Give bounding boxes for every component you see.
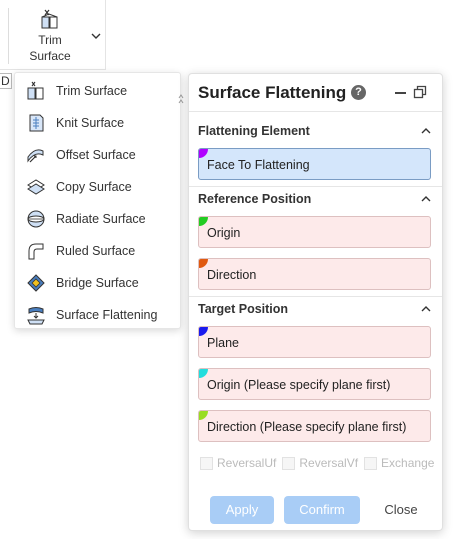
reference-direction-field[interactable]: Direction [198, 258, 431, 290]
offset-surface-icon [25, 144, 47, 166]
menu-item-label: Knit Surface [56, 116, 125, 130]
checkbox-box [200, 456, 213, 470]
exchange-checkbox[interactable]: Exchange [364, 456, 434, 470]
confirm-button[interactable]: Confirm [284, 496, 360, 524]
menu-item-knit-surface[interactable]: Knit Surface [15, 107, 180, 139]
checkbox-label: ReversalVf [299, 456, 359, 470]
checkbox-box [282, 456, 296, 470]
menu-item-radiate-surface[interactable]: Radiate Surface [15, 203, 180, 235]
checkbox-box [364, 456, 378, 470]
title-divider [189, 111, 442, 112]
copy-surface-icon [25, 176, 47, 198]
checkbox-label: Exchange [381, 456, 435, 470]
section-divider [189, 296, 442, 297]
menu-item-label: Copy Surface [56, 180, 132, 194]
reversal-uf-checkbox[interactable]: ReversalUf [200, 456, 276, 470]
minimize-icon[interactable] [395, 92, 406, 94]
menu-item-label: Offset Surface [56, 148, 136, 162]
ribbon-edge-fragment: D [0, 73, 12, 89]
field-label: Origin [207, 226, 241, 240]
option-checkboxes: ReversalUf ReversalVf Exchange [200, 456, 440, 470]
surface-dropdown-menu: Trim Surface Knit Surface Offset Surface [14, 72, 181, 329]
menu-item-trim-surface[interactable]: Trim Surface [15, 75, 180, 107]
menu-item-label: Trim Surface [56, 84, 128, 98]
selection-marker [199, 327, 208, 336]
restore-window-icon[interactable] [413, 85, 427, 99]
menu-item-bridge-surface[interactable]: Bridge Surface [15, 267, 180, 299]
selection-marker [199, 369, 208, 378]
close-button[interactable]: Close [371, 496, 431, 524]
menu-item-offset-surface[interactable]: Offset Surface [15, 139, 180, 171]
radiate-surface-icon [25, 208, 47, 230]
target-origin-field[interactable]: Origin (Please specify plane first) [198, 368, 431, 400]
section-heading-reference-position: Reference Position [198, 192, 312, 206]
bridge-surface-icon [25, 272, 47, 294]
surface-flattening-panel: Surface Flattening ? Flattening Element … [188, 73, 443, 531]
scroll-arrow-icon[interactable] [178, 94, 184, 134]
selection-marker [199, 411, 208, 420]
reversal-vf-checkbox[interactable]: ReversalVf [282, 456, 358, 470]
selection-marker [199, 217, 208, 226]
ruled-surface-icon [25, 240, 47, 262]
apply-button[interactable]: Apply [210, 496, 274, 524]
surface-flattening-icon [25, 304, 47, 326]
chevron-up-icon[interactable] [421, 305, 431, 313]
ribbon-separator [8, 8, 9, 64]
chevron-up-icon[interactable] [421, 127, 431, 135]
panel-title: Surface Flattening [198, 83, 347, 102]
menu-item-label: Bridge Surface [56, 276, 139, 290]
menu-item-copy-surface[interactable]: Copy Surface [15, 171, 180, 203]
menu-item-label: Surface Flattening [56, 308, 158, 322]
trim-surface-ribbon-button[interactable]: Trim Surface [22, 8, 78, 66]
chevron-down-icon[interactable] [90, 30, 102, 42]
help-icon[interactable]: ? [351, 85, 366, 100]
field-label: Face To Flattening [207, 158, 310, 172]
field-label: Origin (Please specify plane first) [207, 378, 391, 392]
trim-surface-icon [25, 80, 47, 102]
field-label: Direction (Please specify plane first) [207, 420, 407, 434]
trim-surface-icon [41, 9, 58, 29]
selection-marker [199, 259, 208, 268]
menu-item-ruled-surface[interactable]: Ruled Surface [15, 235, 180, 267]
knit-surface-icon [25, 112, 47, 134]
menu-item-label: Radiate Surface [56, 212, 146, 226]
chevron-up-icon[interactable] [421, 195, 431, 203]
trim-surface-ribbon-label: Trim Surface [29, 33, 71, 63]
menu-item-surface-flattening[interactable]: Surface Flattening [15, 299, 180, 331]
target-direction-field[interactable]: Direction (Please specify plane first) [198, 410, 431, 442]
field-label: Plane [207, 336, 239, 350]
field-label: Direction [207, 268, 257, 282]
selection-marker [199, 149, 208, 158]
menu-item-label: Ruled Surface [56, 244, 136, 258]
section-divider [189, 186, 442, 187]
face-to-flattening-field[interactable]: Face To Flattening [198, 148, 431, 180]
checkbox-label: ReversalUf [217, 456, 277, 470]
ribbon-toolbar: Trim Surface [0, 0, 106, 70]
section-heading-flattening-element: Flattening Element [198, 124, 310, 138]
section-heading-target-position: Target Position [198, 302, 289, 316]
reference-origin-field[interactable]: Origin [198, 216, 431, 248]
target-plane-field[interactable]: Plane [198, 326, 431, 358]
